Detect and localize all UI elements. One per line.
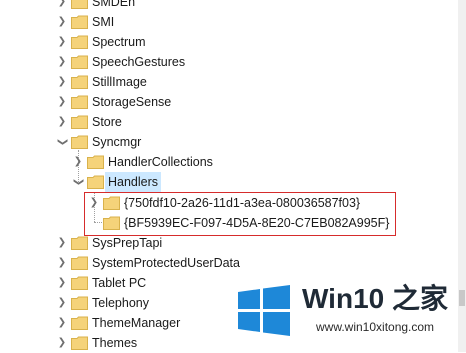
chevron-right-icon[interactable]: ❯ xyxy=(56,333,68,353)
watermark-url: www.win10xitong.com xyxy=(316,320,435,334)
tree-item-store[interactable]: ❯ Store xyxy=(0,112,458,132)
chevron-right-icon[interactable]: ❯ xyxy=(56,52,68,72)
tree-item-smden[interactable]: ❯ SMDEn xyxy=(0,0,458,12)
tree-item-label: ThemeManager xyxy=(92,316,181,330)
tree-item-label: Telephony xyxy=(92,296,149,310)
watermark-title: Win10 之家 xyxy=(302,283,448,314)
chevron-right-icon[interactable]: ❯ xyxy=(88,193,100,213)
tree-item-label: Store xyxy=(92,115,122,129)
tree-item-speechgestures[interactable]: ❯ SpeechGestures xyxy=(0,52,458,72)
tree-item-label: SMDEn xyxy=(92,0,136,9)
tree-item-label: Syncmgr xyxy=(92,135,142,149)
chevron-right-icon[interactable]: ❯ xyxy=(56,12,68,32)
folder-icon xyxy=(71,276,88,290)
chevron-right-icon[interactable]: ❯ xyxy=(56,32,68,52)
folder-icon xyxy=(71,336,88,350)
tree-item-storagesense[interactable]: ❯ StorageSense xyxy=(0,92,458,112)
tree-item-label: Tablet PC xyxy=(92,276,147,290)
tree-item-smi[interactable]: ❯ SMI xyxy=(0,12,458,32)
folder-icon xyxy=(87,155,104,169)
folder-icon xyxy=(71,35,88,49)
tree-item-label-selected: Handlers xyxy=(105,172,162,192)
tree-item-guid-750fdf10[interactable]: ❯ {750fdf10-2a26-11d1-a3ea-080036587f03} xyxy=(0,193,458,213)
folder-icon xyxy=(87,175,104,189)
chevron-down-icon[interactable]: ❯ xyxy=(52,136,72,148)
chevron-down-icon[interactable]: ❯ xyxy=(68,176,88,188)
folder-icon xyxy=(71,0,88,9)
tree-item-handlers[interactable]: ❯ Handlers xyxy=(0,172,458,192)
tree-item-handlercollections[interactable]: ❯ HandlerCollections xyxy=(0,152,458,172)
tree-item-syspreptapi[interactable]: ❯ SysPrepTapi xyxy=(0,233,458,253)
folder-icon xyxy=(103,196,120,210)
chevron-right-icon[interactable]: ❯ xyxy=(56,273,68,293)
tree-item-spectrum[interactable]: ❯ Spectrum xyxy=(0,32,458,52)
chevron-right-icon[interactable]: ❯ xyxy=(56,112,68,132)
folder-icon xyxy=(71,15,88,29)
tree-item-label: Themes xyxy=(92,336,138,350)
tree-item-label: Spectrum xyxy=(92,35,146,49)
chevron-right-icon[interactable]: ❯ xyxy=(72,152,84,172)
folder-icon xyxy=(71,115,88,129)
folder-icon xyxy=(71,95,88,109)
chevron-right-icon[interactable]: ❯ xyxy=(56,0,68,12)
chevron-right-icon[interactable]: ❯ xyxy=(56,92,68,112)
tree-item-guid-bf5939ec[interactable]: {BF5939EC-F097-4D5A-8E20-C7EB082A995F} xyxy=(0,213,458,233)
tree-item-label: SpeechGestures xyxy=(92,55,186,69)
watermark: Win10 之家 www.win10xitong.com xyxy=(230,280,466,352)
folder-icon xyxy=(71,256,88,270)
tree-item-label: {750fdf10-2a26-11d1-a3ea-080036587f03} xyxy=(124,196,361,210)
tree-item-label: StorageSense xyxy=(92,95,172,109)
folder-icon xyxy=(71,75,88,89)
tree-item-syncmgr[interactable]: ❯ Syncmgr xyxy=(0,132,458,152)
chevron-right-icon[interactable]: ❯ xyxy=(56,233,68,253)
folder-icon xyxy=(71,236,88,250)
folder-icon xyxy=(71,316,88,330)
chevron-right-icon[interactable]: ❯ xyxy=(56,253,68,273)
tree-item-label: StillImage xyxy=(92,75,147,89)
tree-item-stillimage[interactable]: ❯ StillImage xyxy=(0,72,458,92)
chevron-right-icon[interactable]: ❯ xyxy=(56,72,68,92)
folder-icon xyxy=(71,55,88,69)
tree-item-label: {BF5939EC-F097-4D5A-8E20-C7EB082A995F} xyxy=(124,216,390,230)
tree-item-label: HandlerCollections xyxy=(108,155,213,169)
chevron-right-icon[interactable]: ❯ xyxy=(56,313,68,333)
chevron-right-icon[interactable]: ❯ xyxy=(56,293,68,313)
windows-logo-icon xyxy=(238,285,290,336)
tree-item-label: SysPrepTapi xyxy=(92,236,163,250)
tree-item-systemprotecteduserdata[interactable]: ❯ SystemProtectedUserData xyxy=(0,253,458,273)
tree-item-label: SMI xyxy=(92,15,115,29)
folder-icon xyxy=(71,296,88,310)
tree-item-label: SystemProtectedUserData xyxy=(92,256,240,270)
folder-icon xyxy=(71,135,88,149)
folder-icon xyxy=(103,216,120,230)
